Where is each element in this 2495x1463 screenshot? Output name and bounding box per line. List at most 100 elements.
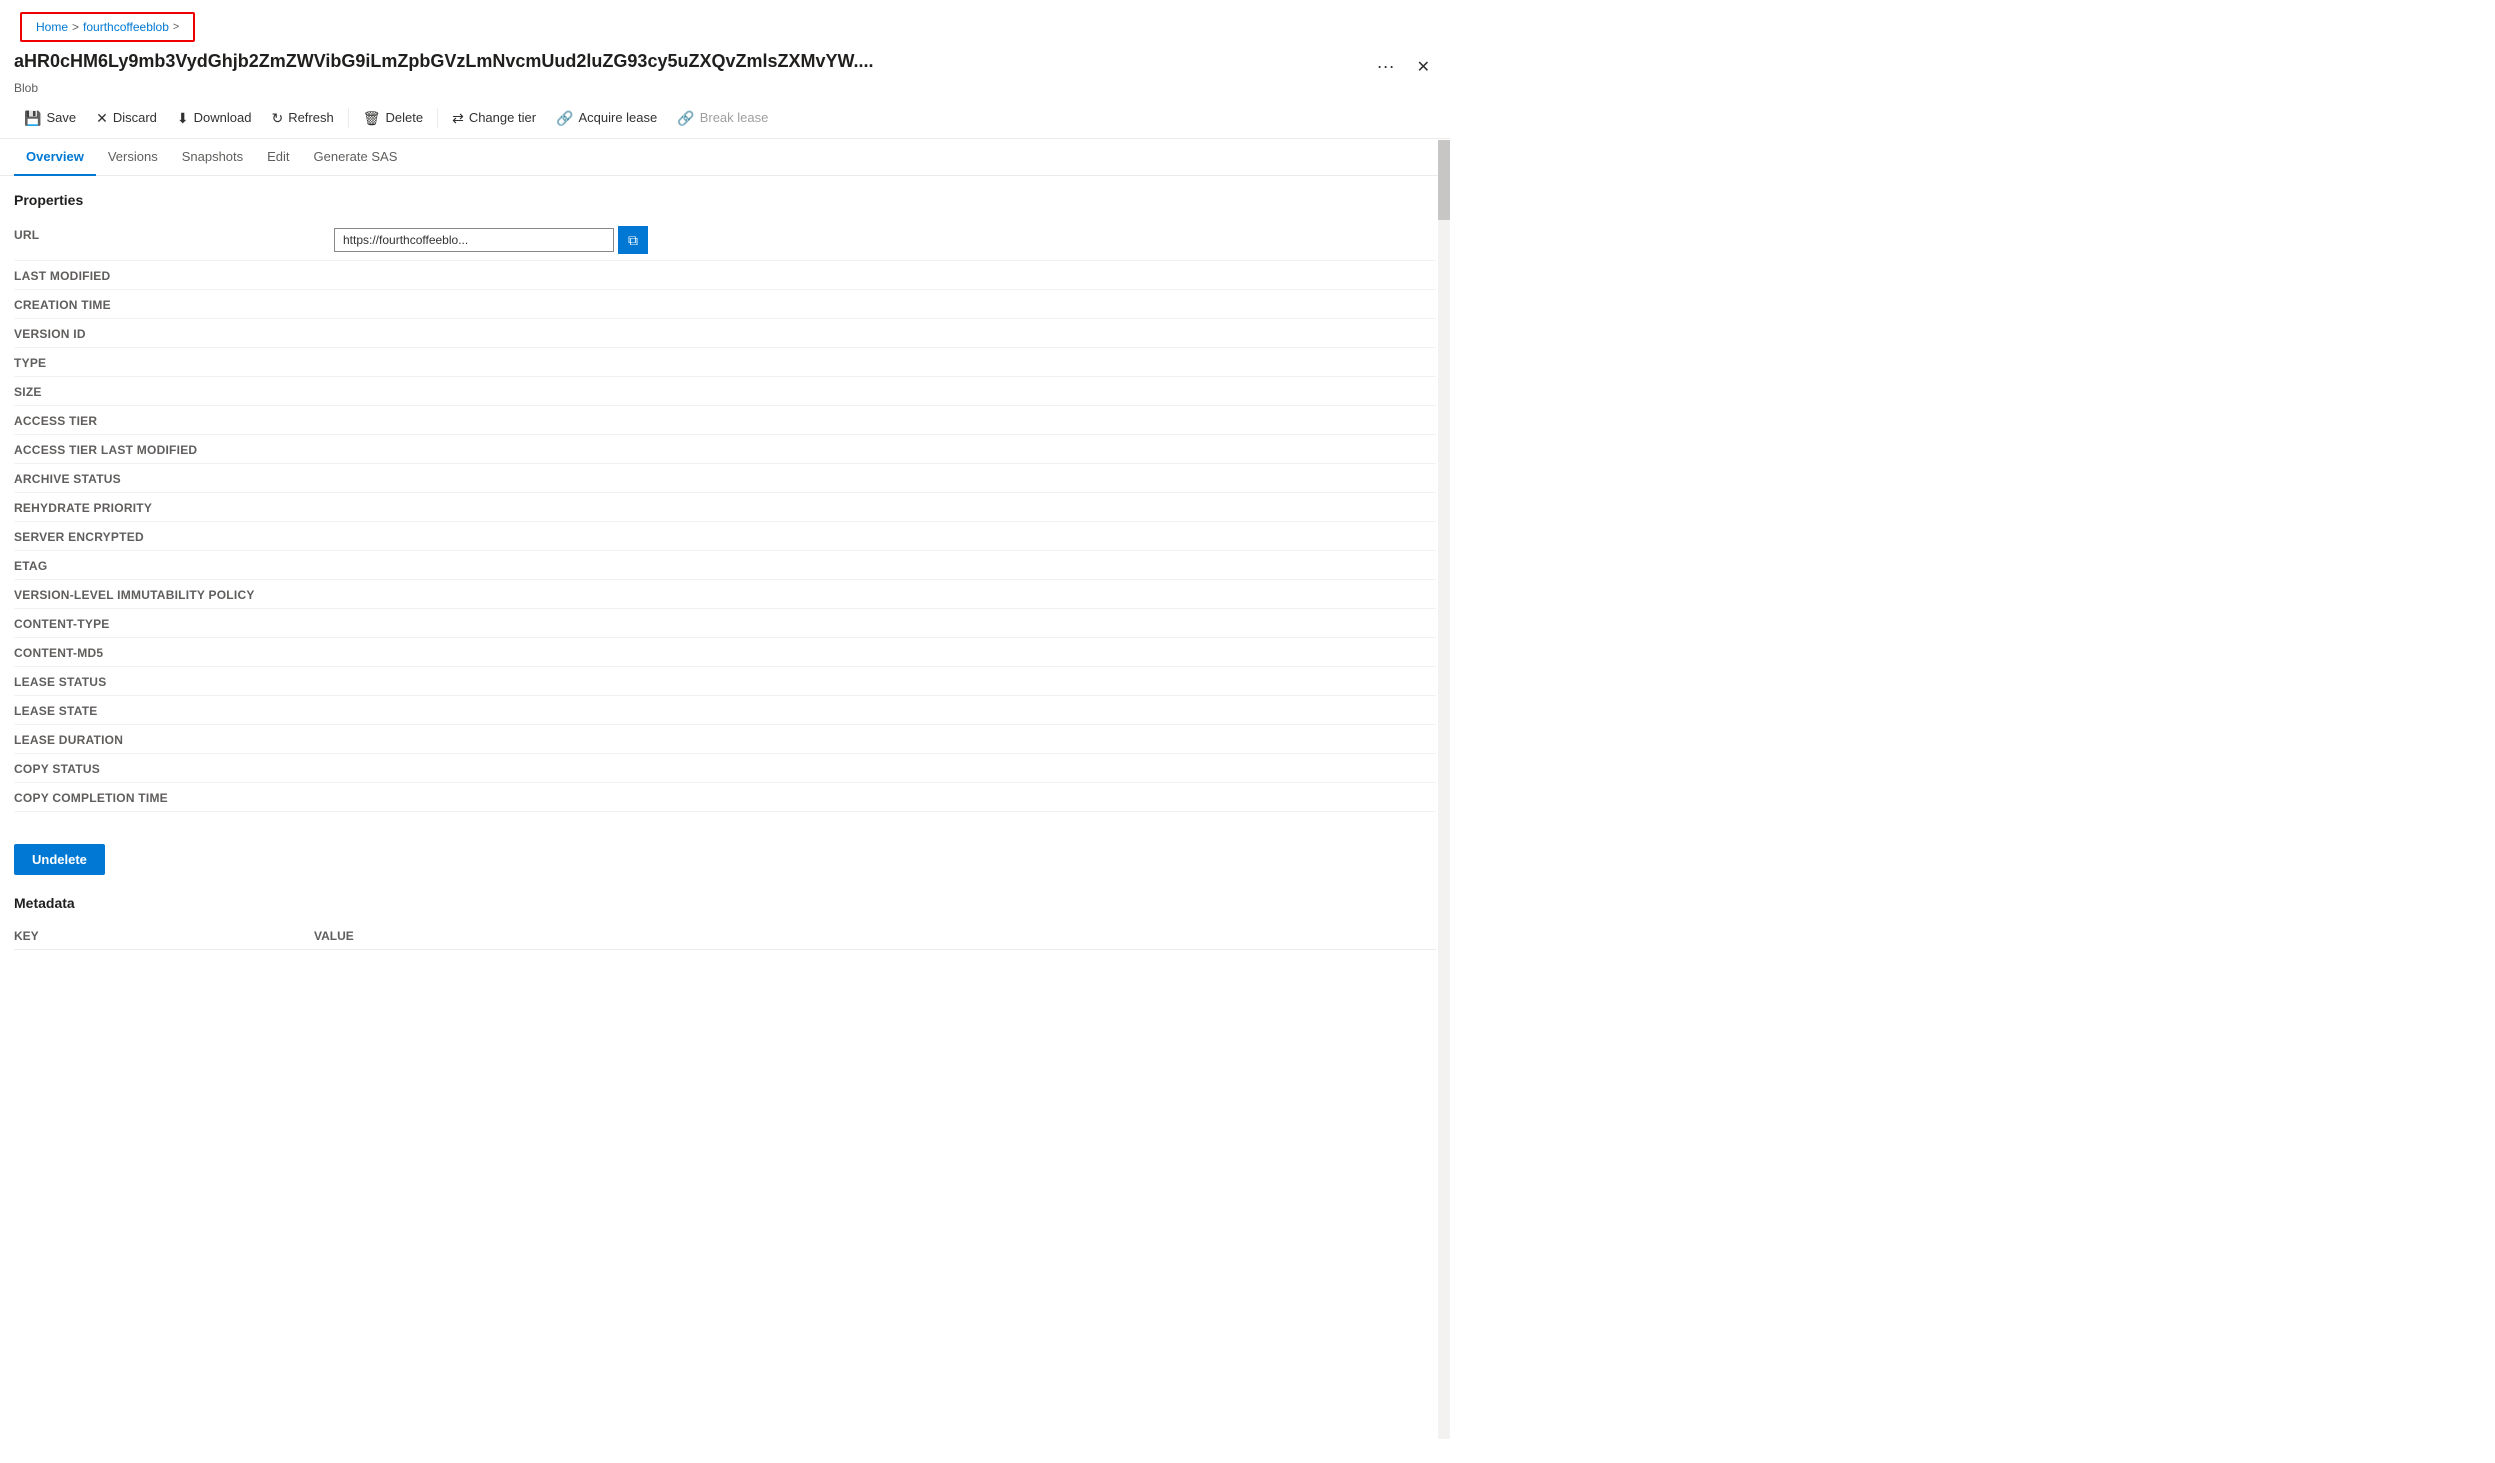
discard-label: Discard <box>113 110 157 125</box>
metadata-value-header: Value <box>314 929 1436 943</box>
prop-label-copy-status: COPY STATUS <box>14 760 334 776</box>
prop-value-url: ⧉ <box>334 226 1436 254</box>
prop-label-lease-duration: LEASE DURATION <box>14 731 334 747</box>
tab-versions[interactable]: Versions <box>96 139 170 176</box>
prop-row-lease-duration: LEASE DURATION <box>14 725 1436 754</box>
prop-row-copy-status: COPY STATUS <box>14 754 1436 783</box>
download-icon: ⬇ <box>177 111 189 125</box>
prop-label-copy-completion-time: COPY COMPLETION TIME <box>14 789 334 805</box>
metadata-section: Metadata Key Value <box>14 895 1436 950</box>
delete-label: Delete <box>386 110 424 125</box>
prop-label-type: TYPE <box>14 354 334 370</box>
save-label: Save <box>46 110 76 125</box>
scrollbar-thumb[interactable] <box>1438 140 1450 220</box>
prop-row-archive-status: ARCHIVE STATUS <box>14 464 1436 493</box>
refresh-icon: ↻ <box>271 111 283 125</box>
url-field: ⧉ <box>334 226 1436 254</box>
change-tier-label: Change tier <box>469 110 536 125</box>
copy-url-button[interactable]: ⧉ <box>618 226 648 254</box>
page-wrapper: Home > fourthcoffeeblob > aHR0cHM6Ly9mb3… <box>0 0 1450 1439</box>
properties-section-title: Properties <box>14 192 1436 208</box>
delete-button[interactable]: 🗑 Delete <box>353 105 433 130</box>
discard-icon: ✕ <box>96 111 108 125</box>
prop-row-version-id: VERSION ID <box>14 319 1436 348</box>
url-input[interactable] <box>334 228 614 252</box>
tab-overview[interactable]: Overview <box>14 139 96 176</box>
toolbar-separator-2 <box>437 108 438 128</box>
metadata-header-row: Key Value <box>14 923 1436 950</box>
tab-snapshots[interactable]: Snapshots <box>170 139 255 176</box>
prop-label-access-tier-last-modified: ACCESS TIER LAST MODIFIED <box>14 441 334 457</box>
prop-row-version-level-immutability: VERSION-LEVEL IMMUTABILITY POLICY <box>14 580 1436 609</box>
breadcrumb-home[interactable]: Home <box>36 20 68 34</box>
page-title: aHR0cHM6Ly9mb3VydGhjb2ZmZWVibG9iLmZpbGVz… <box>14 50 1364 73</box>
toolbar-separator-1 <box>348 108 349 128</box>
prop-row-content-type: CONTENT-TYPE <box>14 609 1436 638</box>
prop-label-lease-status: LEASE STATUS <box>14 673 334 689</box>
prop-label-url: URL <box>14 226 334 242</box>
prop-label-version-id: VERSION ID <box>14 325 334 341</box>
delete-icon: 🗑 <box>363 111 381 125</box>
breadcrumb-arrow: > <box>173 21 179 33</box>
title-subtitle: Blob <box>0 81 1450 101</box>
close-button[interactable]: ✕ <box>1411 55 1436 79</box>
prop-label-version-level-immutability: VERSION-LEVEL IMMUTABILITY POLICY <box>14 586 334 602</box>
prop-row-content-md5: CONTENT-MD5 <box>14 638 1436 667</box>
prop-row-lease-status: LEASE STATUS <box>14 667 1436 696</box>
copy-icon: ⧉ <box>628 232 638 249</box>
prop-row-url: URL ⧉ <box>14 220 1436 261</box>
acquire-lease-label: Acquire lease <box>578 110 657 125</box>
prop-label-lease-state: LEASE STATE <box>14 702 334 718</box>
acquire-lease-button[interactable]: 🔗 Acquire lease <box>546 105 667 130</box>
prop-row-lease-state: LEASE STATE <box>14 696 1436 725</box>
change-tier-icon: ⇄ <box>452 111 464 125</box>
metadata-section-title: Metadata <box>14 895 1436 911</box>
prop-label-access-tier: ACCESS TIER <box>14 412 334 428</box>
undelete-button[interactable]: Undelete <box>14 844 105 875</box>
prop-row-server-encrypted: SERVER ENCRYPTED <box>14 522 1436 551</box>
prop-row-copy-completion-time: COPY COMPLETION TIME <box>14 783 1436 812</box>
save-icon: 💾 <box>24 111 41 125</box>
tab-edit[interactable]: Edit <box>255 139 301 176</box>
tab-generate-sas[interactable]: Generate SAS <box>302 139 410 176</box>
refresh-label: Refresh <box>288 110 334 125</box>
prop-row-access-tier: ACCESS TIER <box>14 406 1436 435</box>
toolbar: 💾 Save ✕ Discard ⬇ Download ↻ Refresh 🗑 … <box>0 101 1450 139</box>
prop-row-etag: ETAG <box>14 551 1436 580</box>
prop-label-etag: ETAG <box>14 557 334 573</box>
acquire-lease-icon: 🔗 <box>556 111 573 125</box>
save-button[interactable]: 💾 Save <box>14 105 86 130</box>
breadcrumb: Home > fourthcoffeeblob > <box>20 12 195 42</box>
download-button[interactable]: ⬇ Download <box>167 105 262 130</box>
scrollbar-track <box>1438 140 1450 1439</box>
change-tier-button[interactable]: ⇄ Change tier <box>442 105 546 130</box>
prop-label-archive-status: ARCHIVE STATUS <box>14 470 334 486</box>
prop-label-rehydrate-priority: REHYDRATE PRIORITY <box>14 499 334 515</box>
prop-label-last-modified: LAST MODIFIED <box>14 267 334 283</box>
refresh-button[interactable]: ↻ Refresh <box>261 105 343 130</box>
prop-row-last-modified: LAST MODIFIED <box>14 261 1436 290</box>
download-label: Download <box>194 110 252 125</box>
discard-button[interactable]: ✕ Discard <box>86 105 167 130</box>
prop-row-size: SIZE <box>14 377 1436 406</box>
prop-label-content-type: CONTENT-TYPE <box>14 615 334 631</box>
breadcrumb-sep: > <box>72 20 79 34</box>
tabs-bar: Overview Versions Snapshots Edit Generat… <box>0 139 1450 176</box>
breadcrumb-current[interactable]: fourthcoffeeblob <box>83 20 169 34</box>
prop-row-access-tier-last-modified: ACCESS TIER LAST MODIFIED <box>14 435 1436 464</box>
prop-label-size: SIZE <box>14 383 334 399</box>
main-content: Properties URL ⧉ LAST MODIFIED <box>0 176 1450 1439</box>
break-lease-icon: 🔗 <box>677 111 694 125</box>
title-actions: ··· ✕ <box>1371 50 1436 79</box>
prop-row-type: TYPE <box>14 348 1436 377</box>
undelete-section: Undelete <box>14 828 1436 875</box>
prop-label-content-md5: CONTENT-MD5 <box>14 644 334 660</box>
properties-list: URL ⧉ LAST MODIFIED CREATION TIME <box>14 220 1436 812</box>
title-ellipsis-button[interactable]: ··· <box>1371 54 1401 79</box>
prop-label-creation-time: CREATION TIME <box>14 296 334 312</box>
break-lease-label: Break lease <box>700 110 769 125</box>
prop-label-server-encrypted: SERVER ENCRYPTED <box>14 528 334 544</box>
prop-row-rehydrate-priority: REHYDRATE PRIORITY <box>14 493 1436 522</box>
prop-row-creation-time: CREATION TIME <box>14 290 1436 319</box>
break-lease-button[interactable]: 🔗 Break lease <box>667 105 778 130</box>
